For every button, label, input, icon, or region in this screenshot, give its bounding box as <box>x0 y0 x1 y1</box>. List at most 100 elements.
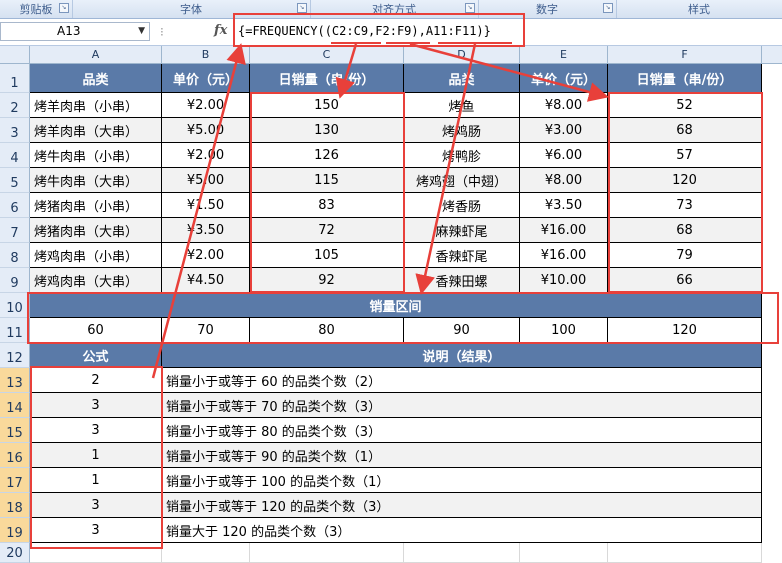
row-header-15[interactable]: 15 <box>0 418 30 443</box>
row-header-4[interactable]: 4 <box>0 143 30 168</box>
cell-sales[interactable]: 72 <box>250 218 404 243</box>
header-category[interactable]: 品类 <box>30 64 162 93</box>
row-header-6[interactable]: 6 <box>0 193 30 218</box>
result-explanation[interactable]: 销量小于或等于 100 的品类个数（1） <box>162 468 762 493</box>
row-header-7[interactable]: 7 <box>0 218 30 243</box>
ribbon-group-styles[interactable]: 样式 <box>616 0 782 18</box>
result-value[interactable]: 1 <box>30 468 162 493</box>
cell-price[interactable]: ¥6.00 <box>520 143 608 168</box>
cell-sales[interactable]: 150 <box>250 93 404 118</box>
row-header-9[interactable]: 9 <box>0 268 30 293</box>
bins-title[interactable]: 销量区间 <box>30 293 762 318</box>
select-all-corner[interactable] <box>0 46 30 64</box>
cell-category[interactable]: 烤羊肉串（大串） <box>30 118 162 143</box>
result-value[interactable]: 3 <box>30 393 162 418</box>
cell-sales[interactable]: 66 <box>608 268 762 293</box>
cell-category[interactable]: 烤鸡肉串（小串） <box>30 243 162 268</box>
header-price[interactable]: 单价（元） <box>162 64 250 93</box>
cell-sales[interactable]: 115 <box>250 168 404 193</box>
cell-price[interactable]: ¥4.50 <box>162 268 250 293</box>
header-daily-sales[interactable]: 日销量（串/份） <box>250 64 404 93</box>
cell-price[interactable]: ¥2.00 <box>162 143 250 168</box>
row-header-14[interactable]: 14 <box>0 393 30 418</box>
result-value[interactable]: 3 <box>30 418 162 443</box>
header-price-2[interactable]: 单价（元） <box>520 64 608 93</box>
row-header-13[interactable]: 13 <box>0 368 30 393</box>
cell-sales[interactable]: 79 <box>608 243 762 268</box>
cell-sales[interactable]: 105 <box>250 243 404 268</box>
bin-value[interactable]: 60 <box>30 318 162 343</box>
dialog-launcher-icon[interactable]: ↘ <box>59 3 69 13</box>
row-header-11[interactable]: 11 <box>0 318 30 343</box>
header-explanation[interactable]: 说明（结果） <box>162 343 762 368</box>
row-header-10[interactable]: 10 <box>0 293 30 318</box>
cell-price[interactable]: ¥1.50 <box>162 193 250 218</box>
column-header-f[interactable]: F <box>608 46 762 64</box>
cell-sales[interactable]: 126 <box>250 143 404 168</box>
row-header-18[interactable]: 18 <box>0 493 30 518</box>
ribbon-group-number[interactable]: 数字 ↘ <box>478 0 617 18</box>
cell-category[interactable]: 烤羊肉串（小串） <box>30 93 162 118</box>
cell-category[interactable]: 香辣虾尾 <box>404 243 520 268</box>
cell-price[interactable]: ¥10.00 <box>520 268 608 293</box>
cell-category[interactable]: 烤鱼 <box>404 93 520 118</box>
result-explanation[interactable]: 销量小于或等于 60 的品类个数（2） <box>162 368 762 393</box>
cell-category[interactable]: 烤鸡肉串（大串） <box>30 268 162 293</box>
result-value[interactable]: 1 <box>30 443 162 468</box>
row-header-2[interactable]: 2 <box>0 93 30 118</box>
row-header-12[interactable]: 12 <box>0 343 30 368</box>
result-value[interactable]: 3 <box>30 518 162 543</box>
cell-sales[interactable]: 120 <box>608 168 762 193</box>
cell-category[interactable]: 烤香肠 <box>404 193 520 218</box>
empty-cell[interactable] <box>520 543 608 563</box>
ribbon-group-font[interactable]: 字体 ↘ <box>72 0 311 18</box>
cell-price[interactable]: ¥16.00 <box>520 218 608 243</box>
cell-sales[interactable]: 83 <box>250 193 404 218</box>
bin-value[interactable]: 120 <box>608 318 762 343</box>
dialog-launcher-icon[interactable]: ↘ <box>465 3 475 13</box>
cell-category[interactable]: 烤猪肉串（小串） <box>30 193 162 218</box>
cell-price[interactable]: ¥5.00 <box>162 118 250 143</box>
ribbon-group-clipboard[interactable]: 剪贴板 ↘ <box>0 0 73 18</box>
cell-sales[interactable]: 52 <box>608 93 762 118</box>
empty-cell[interactable] <box>608 543 762 563</box>
bin-value[interactable]: 90 <box>404 318 520 343</box>
result-value[interactable]: 2 <box>30 368 162 393</box>
cell-category[interactable]: 麻辣虾尾 <box>404 218 520 243</box>
cell-sales[interactable]: 73 <box>608 193 762 218</box>
cell-price[interactable]: ¥3.50 <box>520 193 608 218</box>
cell-price[interactable]: ¥8.00 <box>520 168 608 193</box>
formula-input[interactable]: {=FREQUENCY((C2:C9,F2:F9),A11:F11)} <box>238 22 491 41</box>
result-explanation[interactable]: 销量小于或等于 70 的品类个数（3） <box>162 393 762 418</box>
cell-category[interactable]: 烤牛肉串（大串） <box>30 168 162 193</box>
name-box[interactable]: A13 ▼ <box>0 22 150 41</box>
row-header-17[interactable]: 17 <box>0 468 30 493</box>
dialog-launcher-icon[interactable]: ↘ <box>297 3 307 13</box>
result-value[interactable]: 3 <box>30 493 162 518</box>
empty-cell[interactable] <box>162 543 250 563</box>
result-explanation[interactable]: 销量小于或等于 90 的品类个数（1） <box>162 443 762 468</box>
cell-sales[interactable]: 68 <box>608 218 762 243</box>
cell-sales[interactable]: 130 <box>250 118 404 143</box>
result-explanation[interactable]: 销量小于或等于 80 的品类个数（3） <box>162 418 762 443</box>
cell-sales[interactable]: 92 <box>250 268 404 293</box>
cell-sales[interactable]: 57 <box>608 143 762 168</box>
column-header-c[interactable]: C <box>250 46 404 64</box>
header-category-2[interactable]: 品类 <box>404 64 520 93</box>
row-header-5[interactable]: 5 <box>0 168 30 193</box>
cell-category[interactable]: 烤鸡肠 <box>404 118 520 143</box>
header-formula[interactable]: 公式 <box>30 343 162 368</box>
column-header-d[interactable]: D <box>404 46 520 64</box>
cell-sales[interactable]: 68 <box>608 118 762 143</box>
cell-category[interactable]: 烤鸡翅（中翅） <box>404 168 520 193</box>
dialog-launcher-icon[interactable]: ↘ <box>603 3 613 13</box>
row-header-1[interactable]: 1 <box>0 64 30 93</box>
row-header-8[interactable]: 8 <box>0 243 30 268</box>
cell-price[interactable]: ¥2.00 <box>162 93 250 118</box>
bin-value[interactable]: 70 <box>162 318 250 343</box>
column-header-a[interactable]: A <box>30 46 162 64</box>
chevron-down-icon[interactable]: ▼ <box>138 23 145 40</box>
row-header-3[interactable]: 3 <box>0 118 30 143</box>
row-header-20[interactable]: 20 <box>0 543 30 563</box>
insert-function-icon[interactable]: fx <box>214 23 227 38</box>
